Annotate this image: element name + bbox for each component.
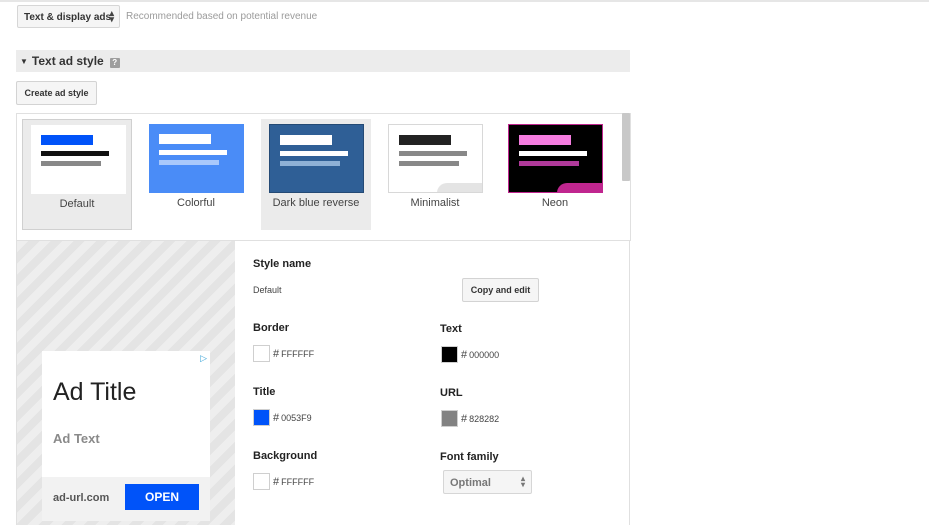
ad-preview-footer: ad-url.com OPEN <box>42 477 210 521</box>
top-divider <box>0 0 929 2</box>
border-color-swatch[interactable] <box>253 345 270 362</box>
background-color-label: Background <box>253 450 318 462</box>
ad-preview-open-button[interactable]: OPEN <box>125 484 199 510</box>
url-color-swatch[interactable] <box>441 410 458 427</box>
border-hex[interactable]: # FFFFFF <box>273 348 314 360</box>
style-tile-label: Default <box>59 198 95 210</box>
panel-right-border <box>629 241 630 525</box>
title-hex[interactable]: #0053F9 <box>273 412 312 424</box>
text-color-swatch[interactable] <box>441 346 458 363</box>
style-thumbnail <box>508 124 603 193</box>
style-gallery: Default Colorful Dark blue reverse Minim… <box>16 113 631 241</box>
style-tile-minimalist[interactable]: Minimalist <box>380 119 490 230</box>
style-tile-label: Colorful <box>177 197 215 209</box>
border-label: Border <box>253 322 290 334</box>
style-name-label: Style name <box>253 258 312 270</box>
style-thumbnail <box>269 124 364 193</box>
help-icon[interactable]: ? <box>109 58 120 68</box>
url-color-label: URL <box>440 387 463 399</box>
ad-preview-url: ad-url.com <box>53 492 110 504</box>
style-tile-dark-blue-reverse[interactable]: Dark blue reverse <box>261 119 371 230</box>
style-tile-label: Minimalist <box>410 197 460 209</box>
background-hex[interactable]: # FFFFFF <box>273 476 314 488</box>
select-arrows-icon: ▴ ▾ <box>109 8 114 24</box>
font-family-label: Font family <box>440 451 499 463</box>
create-ad-style-button[interactable]: Create ad style <box>16 81 97 105</box>
style-thumbnail <box>149 124 244 193</box>
copy-and-edit-button[interactable]: Copy and edit <box>462 278 539 302</box>
style-tile-label: Dark blue reverse <box>272 197 360 209</box>
ad-type-select[interactable]: Text & display ads ▴ ▾ <box>17 5 120 28</box>
title-color-label: Title <box>253 386 276 398</box>
font-family-value: Optimal <box>450 477 491 489</box>
select-arrows-icon: ▴ ▾ <box>520 474 525 489</box>
title-color-swatch[interactable] <box>253 409 270 426</box>
ad-type-selected: Text & display ads <box>24 12 112 23</box>
ad-preview-card: ▷ Ad Title Ad Text ad-url.com OPEN <box>42 351 210 521</box>
text-color-label: Text <box>440 323 462 335</box>
ad-preview-title: Ad Title <box>53 378 137 406</box>
style-name-value: Default <box>253 285 282 295</box>
background-color-swatch[interactable] <box>253 473 270 490</box>
ad-type-hint: Recommended based on potential revenue <box>126 11 318 22</box>
section-title: Text ad style <box>31 54 104 68</box>
url-hex[interactable]: #828282 <box>461 413 499 425</box>
style-tile-neon[interactable]: Neon <box>500 119 610 230</box>
ad-choices-icon[interactable]: ▷ <box>200 353 207 364</box>
style-thumbnail <box>388 124 483 193</box>
collapse-caret-icon[interactable]: ▼ <box>20 57 28 66</box>
gallery-scrollbar[interactable] <box>622 113 630 181</box>
style-tile-label: Neon <box>541 197 569 209</box>
style-tile-default[interactable]: Default <box>22 119 132 230</box>
text-hex[interactable]: #000000 <box>461 349 499 361</box>
style-thumbnail <box>31 125 126 194</box>
text-ad-style-section-header[interactable]: ▼ Text ad style? <box>16 50 630 72</box>
ad-preview-text: Ad Text <box>53 431 100 446</box>
font-family-select[interactable]: Optimal ▴ ▾ <box>443 470 532 494</box>
style-tile-colorful[interactable]: Colorful <box>141 119 251 230</box>
